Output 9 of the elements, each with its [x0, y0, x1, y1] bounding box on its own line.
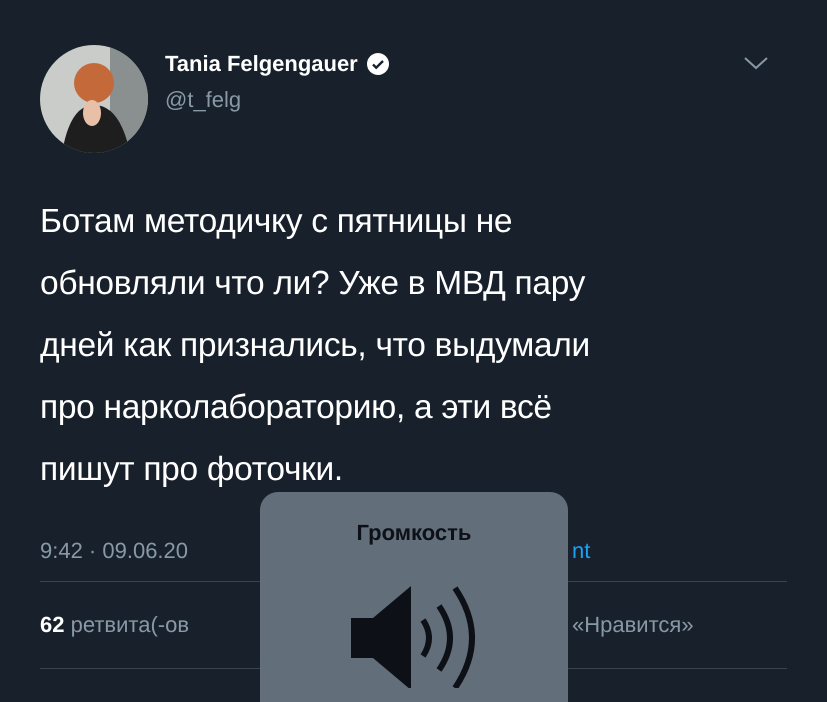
overlay-title: Громкость: [356, 520, 472, 546]
author-handle: @t_felg: [165, 87, 242, 113]
likes-label[interactable]: «Нравится»: [568, 612, 694, 638]
chevron-down-icon[interactable]: [743, 55, 769, 71]
retweet-count[interactable]: 62 ретвита(-ов: [40, 612, 260, 638]
author-name[interactable]: Tania Felgengauer: [165, 51, 358, 77]
source-link[interactable]: nt: [568, 538, 590, 564]
tweet-text: Ботам методичку с пятницы не обновляли что ли? Уже в МВД пару дней как признались, что выдумали про нарколабораторию, а эти всё пишут про фоточки.: [40, 202, 591, 490]
tweet-timestamp: 9:42 · 09.06.20: [40, 538, 190, 564]
